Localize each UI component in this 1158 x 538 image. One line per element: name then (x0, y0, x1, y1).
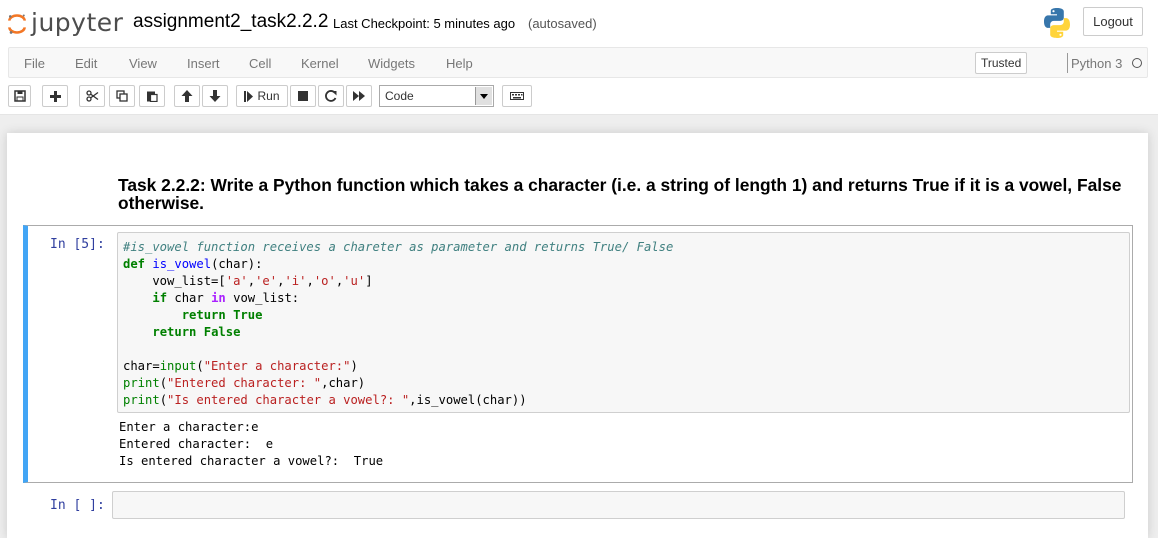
command-palette-button[interactable] (502, 85, 532, 107)
output-line: Entered character: e (119, 437, 274, 451)
code-line: vow_list=['a','e','i','o','u'] (123, 274, 373, 288)
menu-bar: File Edit View Insert Cell Kernel Widget… (8, 47, 1148, 78)
menu-insert[interactable]: Insert (187, 56, 220, 71)
empty-code-cell[interactable]: In [ ]: (23, 488, 1133, 525)
jupyter-ring-icon (8, 14, 26, 34)
notebook-header: jupyter assignment2_task2.2.2 Last Check… (0, 0, 1158, 115)
kernel-idle-icon (1132, 58, 1142, 68)
paste-icon (147, 91, 158, 102)
copy-icon (116, 90, 128, 102)
cut-button[interactable] (79, 85, 105, 107)
chevron-down-icon (475, 87, 492, 105)
plus-icon (49, 90, 61, 102)
code-editor-empty[interactable] (112, 491, 1125, 519)
kernel-separator (1067, 53, 1068, 73)
notebook-title[interactable]: assignment2_task2.2.2 (133, 11, 328, 33)
input-prompt: In [ ]: (50, 498, 105, 513)
cell-type-select[interactable]: Code (379, 85, 494, 107)
save-button[interactable] (8, 85, 31, 107)
run-button[interactable]: Run (236, 85, 288, 107)
python-logo-icon (1044, 8, 1070, 38)
checkpoint-status: Last Checkpoint: 5 minutes ago (333, 16, 516, 31)
arrow-down-icon (209, 90, 221, 102)
code-line: if char in vow_list: (152, 291, 300, 305)
restart-button[interactable] (318, 85, 344, 107)
output-line: Is entered character a vowel?: True (119, 454, 384, 468)
step-forward-icon (244, 90, 254, 102)
code-content[interactable]: #is_vowel function receives a chareter a… (123, 239, 673, 409)
code-line: return True (181, 308, 263, 322)
code-line: char=input("Enter a character:") (123, 359, 358, 373)
trusted-indicator[interactable]: Trusted (975, 52, 1028, 74)
run-label: Run (257, 89, 280, 103)
output-line: Enter a character:e (119, 420, 259, 434)
jupyter-logo[interactable]: jupyter (6, 5, 126, 41)
autosave-status: (autosaved) (528, 16, 597, 31)
menu-file[interactable]: File (24, 56, 45, 71)
cell-output: Enter a character:e Entered character: e… (119, 419, 383, 470)
code-line: print("Entered character: ",char) (123, 376, 366, 390)
copy-button[interactable] (109, 85, 135, 107)
stop-icon (298, 91, 308, 101)
menu-edit[interactable]: Edit (75, 56, 97, 71)
restart-icon (325, 90, 337, 102)
save-icon (13, 90, 26, 102)
menu-help[interactable]: Help (446, 56, 473, 71)
menu-cell[interactable]: Cell (249, 56, 271, 71)
fast-forward-icon (353, 91, 365, 101)
code-line: def is_vowel(char): (123, 257, 263, 271)
task-heading: Task 2.2.2: Write a Python function whic… (118, 175, 1122, 213)
menu-widgets[interactable]: Widgets (368, 56, 415, 71)
code-line: return False (152, 325, 241, 339)
logout-button[interactable]: Logout (1083, 7, 1143, 36)
jupyter-logo-text: jupyter (31, 8, 124, 37)
kernel-name[interactable]: Python 3 (1071, 56, 1122, 71)
menu-view[interactable]: View (129, 56, 157, 71)
toolbar: Run Code (8, 85, 1148, 109)
move-down-button[interactable] (202, 85, 228, 107)
input-prompt: In [5]: (50, 237, 105, 252)
paste-button[interactable] (139, 85, 165, 107)
interrupt-button[interactable] (290, 85, 316, 107)
insert-cell-button[interactable] (42, 85, 68, 107)
code-editor[interactable]: #is_vowel function receives a chareter a… (117, 232, 1130, 413)
restart-run-all-button[interactable] (346, 85, 372, 107)
menu-kernel[interactable]: Kernel (301, 56, 339, 71)
keyboard-icon (510, 92, 524, 100)
code-line: print("Is entered character a vowel?: ",… (123, 393, 527, 407)
code-cell-selected[interactable]: In [5]: #is_vowel function receives a ch… (23, 225, 1133, 483)
top-bar: jupyter assignment2_task2.2.2 Last Check… (0, 0, 1158, 46)
cut-icon (85, 90, 98, 102)
move-up-button[interactable] (174, 85, 200, 107)
code-line: #is_vowel function receives a chareter a… (123, 240, 674, 254)
cell-type-value: Code (385, 89, 414, 103)
arrow-up-icon (181, 90, 193, 102)
notebook-container: Task 2.2.2: Write a Python function whic… (7, 133, 1148, 538)
